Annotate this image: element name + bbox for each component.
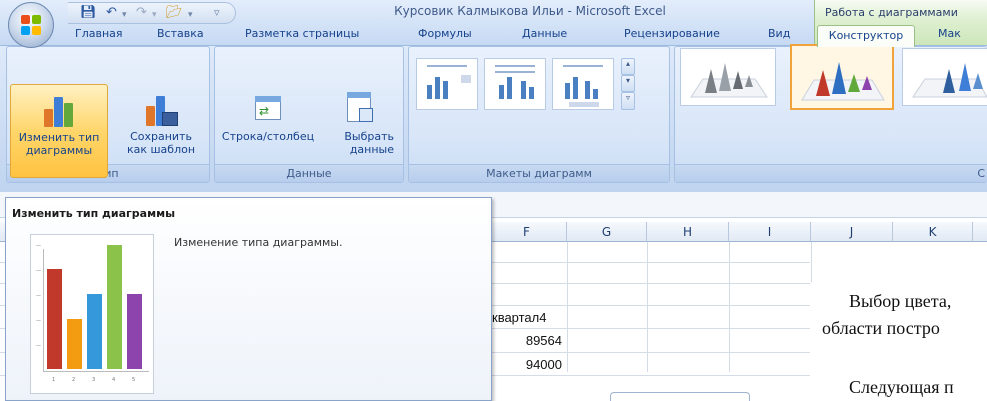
cell-value-2[interactable]: 94000 bbox=[520, 357, 562, 372]
tab-data[interactable]: Данные bbox=[522, 27, 567, 45]
tab-review[interactable]: Рецензирование bbox=[624, 27, 720, 45]
layouts-scroll-down-icon[interactable]: ▾ bbox=[621, 75, 635, 92]
tab-layout[interactable]: Мак bbox=[938, 27, 961, 45]
chart-style-1[interactable] bbox=[680, 48, 776, 106]
cone-chart-style-1-icon bbox=[690, 63, 768, 98]
chart-style-2-selected[interactable] bbox=[790, 44, 894, 110]
cone-chart-style-2-icon bbox=[801, 62, 885, 101]
switch-row-column-icon: ⇄ bbox=[251, 90, 285, 126]
office-button[interactable] bbox=[8, 2, 54, 48]
title-bar: 💾︎ ↶ ▾ ↷ ▾ 📂︎ ▾ ▿ Курсовик Калмыкова Иль… bbox=[0, 0, 987, 48]
preview-tick: 5 bbox=[132, 377, 136, 383]
tab-insert[interactable]: Вставка bbox=[157, 27, 204, 45]
chart-type-icon bbox=[42, 91, 76, 127]
group-label-layouts: Макеты диаграмм bbox=[409, 164, 669, 182]
preview-bar-2 bbox=[67, 319, 82, 369]
redo-dropdown-icon[interactable]: ▾ bbox=[152, 7, 157, 23]
column-header-g[interactable]: G bbox=[567, 222, 647, 242]
chart-layout-2[interactable] bbox=[484, 58, 546, 110]
context-header-label: Работа с диаграммами bbox=[825, 6, 958, 19]
preview-tick: 2 bbox=[72, 377, 76, 383]
office-logo-icon bbox=[21, 15, 43, 37]
grid-line bbox=[811, 242, 812, 282]
chart-layout-1[interactable] bbox=[416, 58, 478, 110]
tab-page-layout[interactable]: Разметка страницы bbox=[245, 27, 359, 45]
preview-tick: 3 bbox=[92, 377, 96, 383]
cone-chart-style-3-icon bbox=[912, 63, 987, 98]
group-label-styles: С bbox=[675, 164, 987, 182]
cell-quarter-header[interactable]: квартал4 bbox=[492, 310, 546, 325]
select-data-button[interactable]: Выбрать данные bbox=[322, 84, 398, 178]
select-data-label-2: данные bbox=[349, 143, 394, 156]
save-as-template-button[interactable]: Сохранить как шаблон bbox=[118, 84, 204, 178]
quick-access-toolbar: 💾︎ ↶ ▾ ↷ ▾ 📂︎ ▾ ▿ bbox=[68, 2, 236, 24]
preview-bar-3 bbox=[87, 294, 102, 369]
change-type-label-1: Изменить тип bbox=[18, 131, 100, 144]
column-header-k[interactable]: K bbox=[893, 222, 973, 242]
layouts-scroll-up-icon[interactable]: ▴ bbox=[621, 58, 635, 75]
select-data-label-1: Выбрать bbox=[344, 130, 394, 143]
column-header-f[interactable]: F bbox=[487, 222, 567, 242]
save-template-icon bbox=[144, 90, 178, 126]
preview-bar-4 bbox=[107, 245, 122, 369]
row-column-label: Строка/столбец bbox=[221, 130, 315, 143]
column-header-j[interactable]: J bbox=[811, 222, 893, 242]
undo-icon[interactable]: ↶ bbox=[106, 5, 117, 21]
tab-view[interactable]: Вид bbox=[768, 27, 790, 45]
tab-home[interactable]: Главная bbox=[75, 27, 123, 45]
document-text-line-1: Выбор цвета, bbox=[849, 291, 952, 311]
undo-dropdown-icon[interactable]: ▾ bbox=[122, 7, 127, 23]
tab-design[interactable]: Конструктор bbox=[817, 25, 915, 47]
switch-row-column-button[interactable]: ⇄ Строка/столбец bbox=[218, 84, 318, 178]
change-type-label-2: диаграммы bbox=[25, 144, 93, 157]
select-data-icon bbox=[343, 90, 377, 126]
qat-dropdown-icon[interactable]: ▾ bbox=[188, 7, 193, 23]
redo-icon[interactable]: ↷ bbox=[136, 5, 147, 21]
preview-tick: 1 bbox=[52, 377, 56, 383]
change-chart-type-tooltip: Изменить тип диаграммы Изменение типа ди… bbox=[5, 197, 492, 401]
layouts-more-icon[interactable]: ▿ bbox=[621, 92, 635, 110]
chart-layout-3[interactable] bbox=[552, 58, 614, 110]
embedded-chart-frame[interactable] bbox=[610, 392, 750, 401]
cell-value-1[interactable]: 89564 bbox=[520, 333, 562, 348]
column-header-l[interactable] bbox=[973, 222, 987, 242]
save-template-label-2: как шаблон bbox=[126, 143, 196, 156]
column-header-h[interactable]: H bbox=[647, 222, 729, 242]
chart-style-3[interactable] bbox=[902, 48, 987, 106]
preview-bar-1 bbox=[47, 269, 62, 369]
customize-qat-icon[interactable]: ▿ bbox=[214, 5, 220, 21]
tooltip-description: Изменение типа диаграммы. bbox=[174, 236, 343, 249]
column-header-i[interactable]: I bbox=[729, 222, 811, 242]
window-title: Курсовик Калмыкова Ильи - Microsoft Exce… bbox=[394, 4, 666, 18]
preview-bar-5 bbox=[127, 294, 142, 369]
document-text-line-3: Следующая п bbox=[849, 377, 954, 397]
save-template-label-1: Сохранить bbox=[130, 130, 192, 143]
change-chart-type-button[interactable]: Изменить тип диаграммы bbox=[10, 84, 108, 178]
save-icon[interactable]: 💾︎ bbox=[80, 5, 97, 21]
preview-tick: 4 bbox=[112, 377, 116, 383]
tooltip-title: Изменить тип диаграммы bbox=[12, 207, 176, 220]
document-text-line-2: области постро bbox=[822, 318, 940, 338]
tab-formulas[interactable]: Формулы bbox=[418, 27, 472, 45]
tooltip-chart-preview: — — — — — 1 2 3 4 5 bbox=[30, 234, 154, 394]
open-folder-icon[interactable]: 📂︎ bbox=[166, 5, 183, 21]
